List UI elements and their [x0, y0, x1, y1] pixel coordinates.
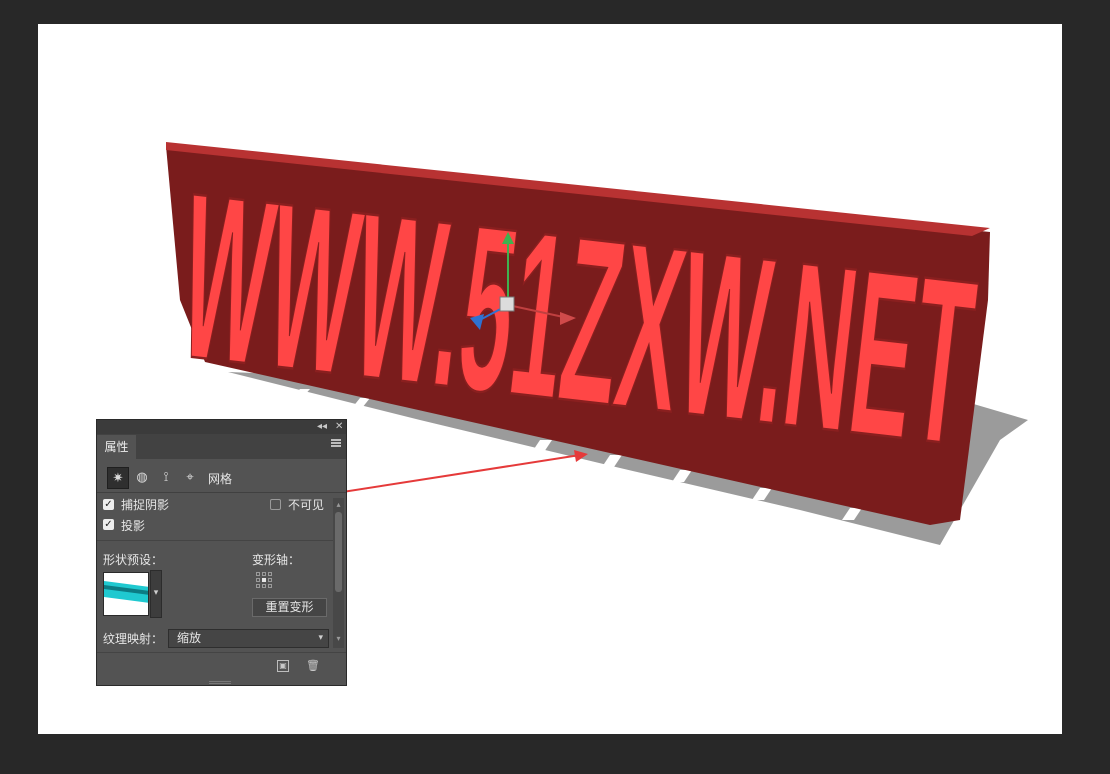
scrollbar-thumb[interactable]: [335, 512, 342, 592]
invisible-label: 不可见: [288, 498, 325, 512]
reset-deform-button[interactable]: 重置变形: [252, 598, 327, 617]
chevron-down-icon: ▾: [318, 633, 323, 643]
close-icon[interactable]: ✕: [335, 420, 343, 434]
panel-scrollbar[interactable]: ▴ ▾: [333, 498, 344, 648]
resize-grip-icon[interactable]: [209, 681, 231, 684]
deform-axis-grid[interactable]: [256, 572, 274, 590]
scroll-up-icon[interactable]: ▴: [333, 500, 344, 509]
divider: [97, 492, 346, 493]
render-icon[interactable]: ▣: [277, 660, 289, 672]
panel-title-bar[interactable]: ◂◂ ✕: [97, 420, 346, 434]
mesh-label: 网格: [208, 472, 233, 486]
shape-preset-thumbnail[interactable]: [103, 572, 149, 616]
cap-icon[interactable]: ⟟: [155, 467, 177, 489]
shape-preset-label: 形状预设：: [103, 553, 164, 567]
panel-tab-bar: 属性: [97, 434, 346, 459]
tab-properties[interactable]: 属性: [97, 435, 136, 459]
texture-map-label: 纹理映射：: [103, 632, 164, 646]
properties-panel: ◂◂ ✕ 属性 ✷ ◍ ⟟ ⌖ 网格 ✓ 捕捉阴影 不可见 ✓ 投影 形状预设：…: [96, 419, 347, 686]
trash-icon[interactable]: 🗑: [306, 660, 320, 672]
collapse-icon[interactable]: ◂◂: [317, 420, 327, 434]
panel-menu-icon[interactable]: [331, 439, 341, 447]
texture-map-value: 缩放: [177, 631, 202, 645]
scroll-down-icon[interactable]: ▾: [333, 634, 344, 643]
deform-axis-label: 变形轴：: [252, 553, 301, 567]
deform-icon[interactable]: ◍: [131, 467, 153, 489]
catch-shadows-label: 捕捉阴影: [121, 498, 170, 512]
catch-shadows-checkbox[interactable]: ✓: [103, 499, 114, 510]
coordinates-icon[interactable]: ⌖: [179, 467, 201, 489]
shape-preset-dropdown[interactable]: ▾: [150, 570, 162, 618]
cast-shadows-checkbox[interactable]: ✓: [103, 519, 114, 530]
panel-footer: ▣ 🗑: [97, 652, 346, 681]
texture-map-select[interactable]: 缩放 ▾: [168, 629, 329, 648]
cast-shadows-label: 投影: [121, 519, 146, 533]
invisible-checkbox[interactable]: [270, 499, 281, 510]
divider: [97, 540, 333, 541]
mesh-icon[interactable]: ✷: [107, 467, 129, 489]
